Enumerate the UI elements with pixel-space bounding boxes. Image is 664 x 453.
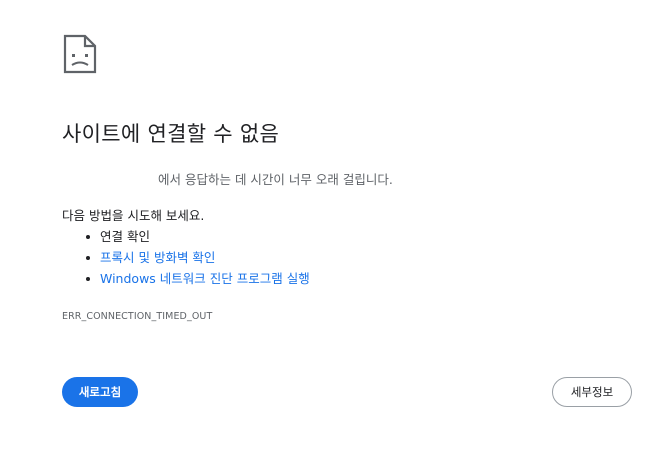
- suggestion-check-proxy-firewall-link[interactable]: 프록시 및 방화벽 확인: [86, 247, 310, 268]
- page-title: 사이트에 연결할 수 없음: [62, 122, 280, 146]
- sad-page-icon: [63, 34, 97, 74]
- error-code: ERR_CONNECTION_TIMED_OUT: [62, 311, 213, 322]
- suggestions-list: 연결 확인 프록시 및 방화벽 확인 Windows 네트워크 진단 프로그램 …: [86, 226, 310, 289]
- suggestions-heading: 다음 방법을 시도해 보세요.: [62, 208, 205, 223]
- details-button[interactable]: 세부정보: [552, 377, 632, 407]
- suggestion-run-network-diagnostics-link[interactable]: Windows 네트워크 진단 프로그램 실행: [86, 268, 310, 289]
- host-message: 에서 응답하는 데 시간이 너무 오래 걸립니다.: [62, 169, 393, 188]
- host-message-text: 에서 응답하는 데 시간이 너무 오래 걸립니다.: [158, 172, 393, 187]
- suggestion-check-connection: 연결 확인: [86, 226, 310, 247]
- error-page: 사이트에 연결할 수 없음 에서 응답하는 데 시간이 너무 오래 걸립니다. …: [0, 0, 664, 453]
- reload-button[interactable]: 새로고침: [62, 377, 138, 407]
